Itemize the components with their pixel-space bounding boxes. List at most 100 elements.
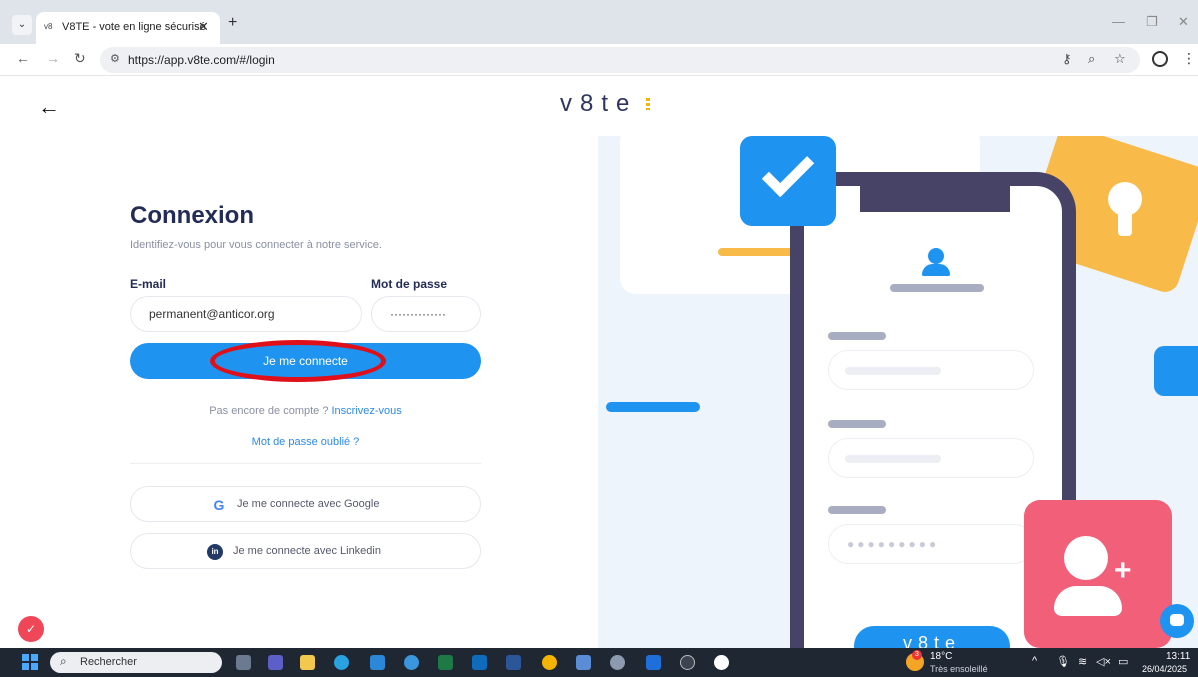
teams-icon[interactable] <box>268 655 283 670</box>
tab-title: V8TE - vote en ligne sécurisé <box>62 21 206 33</box>
forward-arrow-icon[interactable]: → <box>46 50 60 66</box>
weather-description: Très ensoleillé <box>930 664 988 674</box>
red-highlight-annotation <box>210 340 386 382</box>
app-back-arrow-icon[interactable]: ← <box>38 94 60 120</box>
logo-dots-icon <box>646 98 650 110</box>
user-avatar-icon <box>928 248 944 264</box>
signup-link[interactable]: Inscrivez-vous <box>332 405 402 417</box>
phone-label-line <box>828 332 886 340</box>
phone-label-line <box>828 420 886 428</box>
signup-prompt: Pas encore de compte ? Inscrivez-vous <box>130 405 481 417</box>
phone-password-dots: ●●●●●●●●● <box>847 537 940 551</box>
accessibility-fab-icon[interactable]: ✓ <box>18 616 44 642</box>
edge-icon[interactable] <box>334 655 349 670</box>
phone-field <box>828 438 1034 478</box>
address-bar[interactable]: ⚙ https://app.v8te.com/#/login ⚷ ⌕ ☆ <box>100 47 1140 73</box>
taskbar-search-input[interactable]: ⌕ Rechercher <box>50 652 222 673</box>
google-icon: G <box>213 497 225 513</box>
phone-field-fill <box>845 455 941 463</box>
photos-icon[interactable] <box>576 655 591 670</box>
clock-time[interactable]: 13:11 <box>1166 651 1190 662</box>
weather-temperature: 18°C <box>930 651 953 662</box>
user-avatar-body <box>922 264 950 276</box>
phone-logo-button: v8te <box>854 626 1010 648</box>
decor-bar-blue <box>606 402 700 412</box>
chat-support-button[interactable] <box>1160 604 1194 638</box>
v8te-favicon-icon: v8 <box>44 22 53 31</box>
windows-taskbar: ⌕ Rechercher 3 18°C Très ensoleillé ^ 🎙 … <box>0 648 1198 677</box>
google-login-label: Je me connecte avec Google <box>237 498 380 510</box>
google-login-button[interactable]: G Je me connecte avec Google <box>130 486 481 522</box>
phone-field-fill <box>845 367 941 375</box>
phone-password-field: ●●●●●●●●● <box>828 524 1034 564</box>
email-label: E-mail <box>130 277 167 291</box>
url-text[interactable]: https://app.v8te.com/#/login <box>128 53 275 67</box>
reload-icon[interactable]: ↻ <box>74 50 86 67</box>
page-title: Connexion <box>130 202 254 229</box>
outlook-icon[interactable] <box>472 655 487 670</box>
login-panel: Connexion Identifiez-vous pour vous conn… <box>0 136 598 648</box>
add-user-plus-icon: + <box>1114 554 1132 587</box>
copilot-icon[interactable] <box>404 655 419 670</box>
back-arrow-icon[interactable]: ← <box>16 50 30 66</box>
password-label: Mot de passe <box>371 277 448 291</box>
app-header: ← v8te <box>0 76 1198 136</box>
divider <box>130 463 481 464</box>
linkedin-login-button[interactable]: in Je me connecte avec Linkedin <box>130 533 481 569</box>
taskbar-search-placeholder: Rechercher <box>80 656 137 668</box>
phone-field <box>828 350 1034 390</box>
camera-app-icon[interactable] <box>680 655 695 670</box>
add-user-head <box>1064 536 1108 580</box>
excel-icon[interactable] <box>438 655 453 670</box>
keyhole-stem-shape <box>1118 206 1132 236</box>
zoom-magnifier-icon[interactable]: ⌕ <box>1088 51 1095 67</box>
decor-blue-tab <box>1154 346 1198 396</box>
tab-search-chevron-icon[interactable]: ⌄ <box>12 15 32 35</box>
wifi-icon[interactable]: ≋ <box>1078 655 1087 668</box>
decor-bar-yellow <box>718 248 794 256</box>
password-field[interactable]: ·············· <box>371 296 481 332</box>
word-icon[interactable] <box>506 655 521 670</box>
speaker-muted-icon[interactable]: ◁× <box>1096 655 1111 668</box>
search-icon: ⌕ <box>60 654 67 668</box>
window-restore-icon[interactable]: ❐ <box>1146 14 1158 30</box>
browser-toolbar: ← → ↻ ⚙ https://app.v8te.com/#/login ⚷ ⌕… <box>0 44 1198 76</box>
new-tab-plus-icon[interactable]: + <box>228 14 237 32</box>
browser-tabstrip: ⌄ v8 V8TE - vote en ligne sécurisé ✕ + —… <box>0 0 1198 44</box>
task-view-icon[interactable] <box>236 655 251 670</box>
no-account-text: Pas encore de compte ? <box>209 405 332 417</box>
password-key-icon[interactable]: ⚷ <box>1062 51 1072 67</box>
tray-overflow-chevron-icon[interactable]: ^ <box>1032 655 1037 667</box>
phone-notch <box>860 172 1010 212</box>
browser-tab-v8te[interactable]: v8 V8TE - vote en ligne sécurisé ✕ <box>36 12 220 44</box>
site-info-icon[interactable]: ⚙ <box>110 52 120 65</box>
clock-date[interactable]: 26/04/2025 <box>1142 664 1187 674</box>
settings-gear-icon[interactable] <box>610 655 625 670</box>
defender-shield-icon[interactable] <box>646 655 661 670</box>
monitor-app-icon[interactable] <box>370 655 385 670</box>
linkedin-icon: in <box>207 544 223 560</box>
illustration-panel: ●●●●●●●●● v8te + <box>598 136 1198 648</box>
weather-badge: 3 <box>912 650 922 660</box>
forgot-password-link[interactable]: Mot de passe oublié ? <box>130 436 481 448</box>
b-app-icon[interactable] <box>714 655 729 670</box>
battery-icon[interactable]: ▭ <box>1118 655 1128 668</box>
tab-close-icon[interactable]: ✕ <box>198 19 209 35</box>
chrome-icon[interactable] <box>542 655 557 670</box>
window-minimize-icon[interactable]: — <box>1112 14 1125 29</box>
linkedin-login-label: Je me connecte avec Linkedin <box>233 545 381 557</box>
browser-menu-icon[interactable]: ⋮ <box>1182 50 1196 67</box>
start-grid-v <box>29 654 31 670</box>
email-field[interactable]: permanent@anticor.org <box>130 296 362 332</box>
phone-name-line <box>890 284 984 292</box>
phone-label-line <box>828 506 886 514</box>
microphone-icon[interactable]: 🎙 <box>1056 655 1070 668</box>
add-user-body <box>1054 586 1122 616</box>
v8te-logo: v8te <box>560 90 638 117</box>
page-subtitle: Identifiez-vous pour vous connecter à no… <box>130 239 382 251</box>
window-close-icon[interactable]: ✕ <box>1178 14 1189 30</box>
chat-bubble-icon <box>1170 614 1184 626</box>
bookmark-star-icon[interactable]: ☆ <box>1114 51 1126 67</box>
file-explorer-icon[interactable] <box>300 655 315 670</box>
profile-avatar-icon[interactable] <box>1152 51 1168 67</box>
